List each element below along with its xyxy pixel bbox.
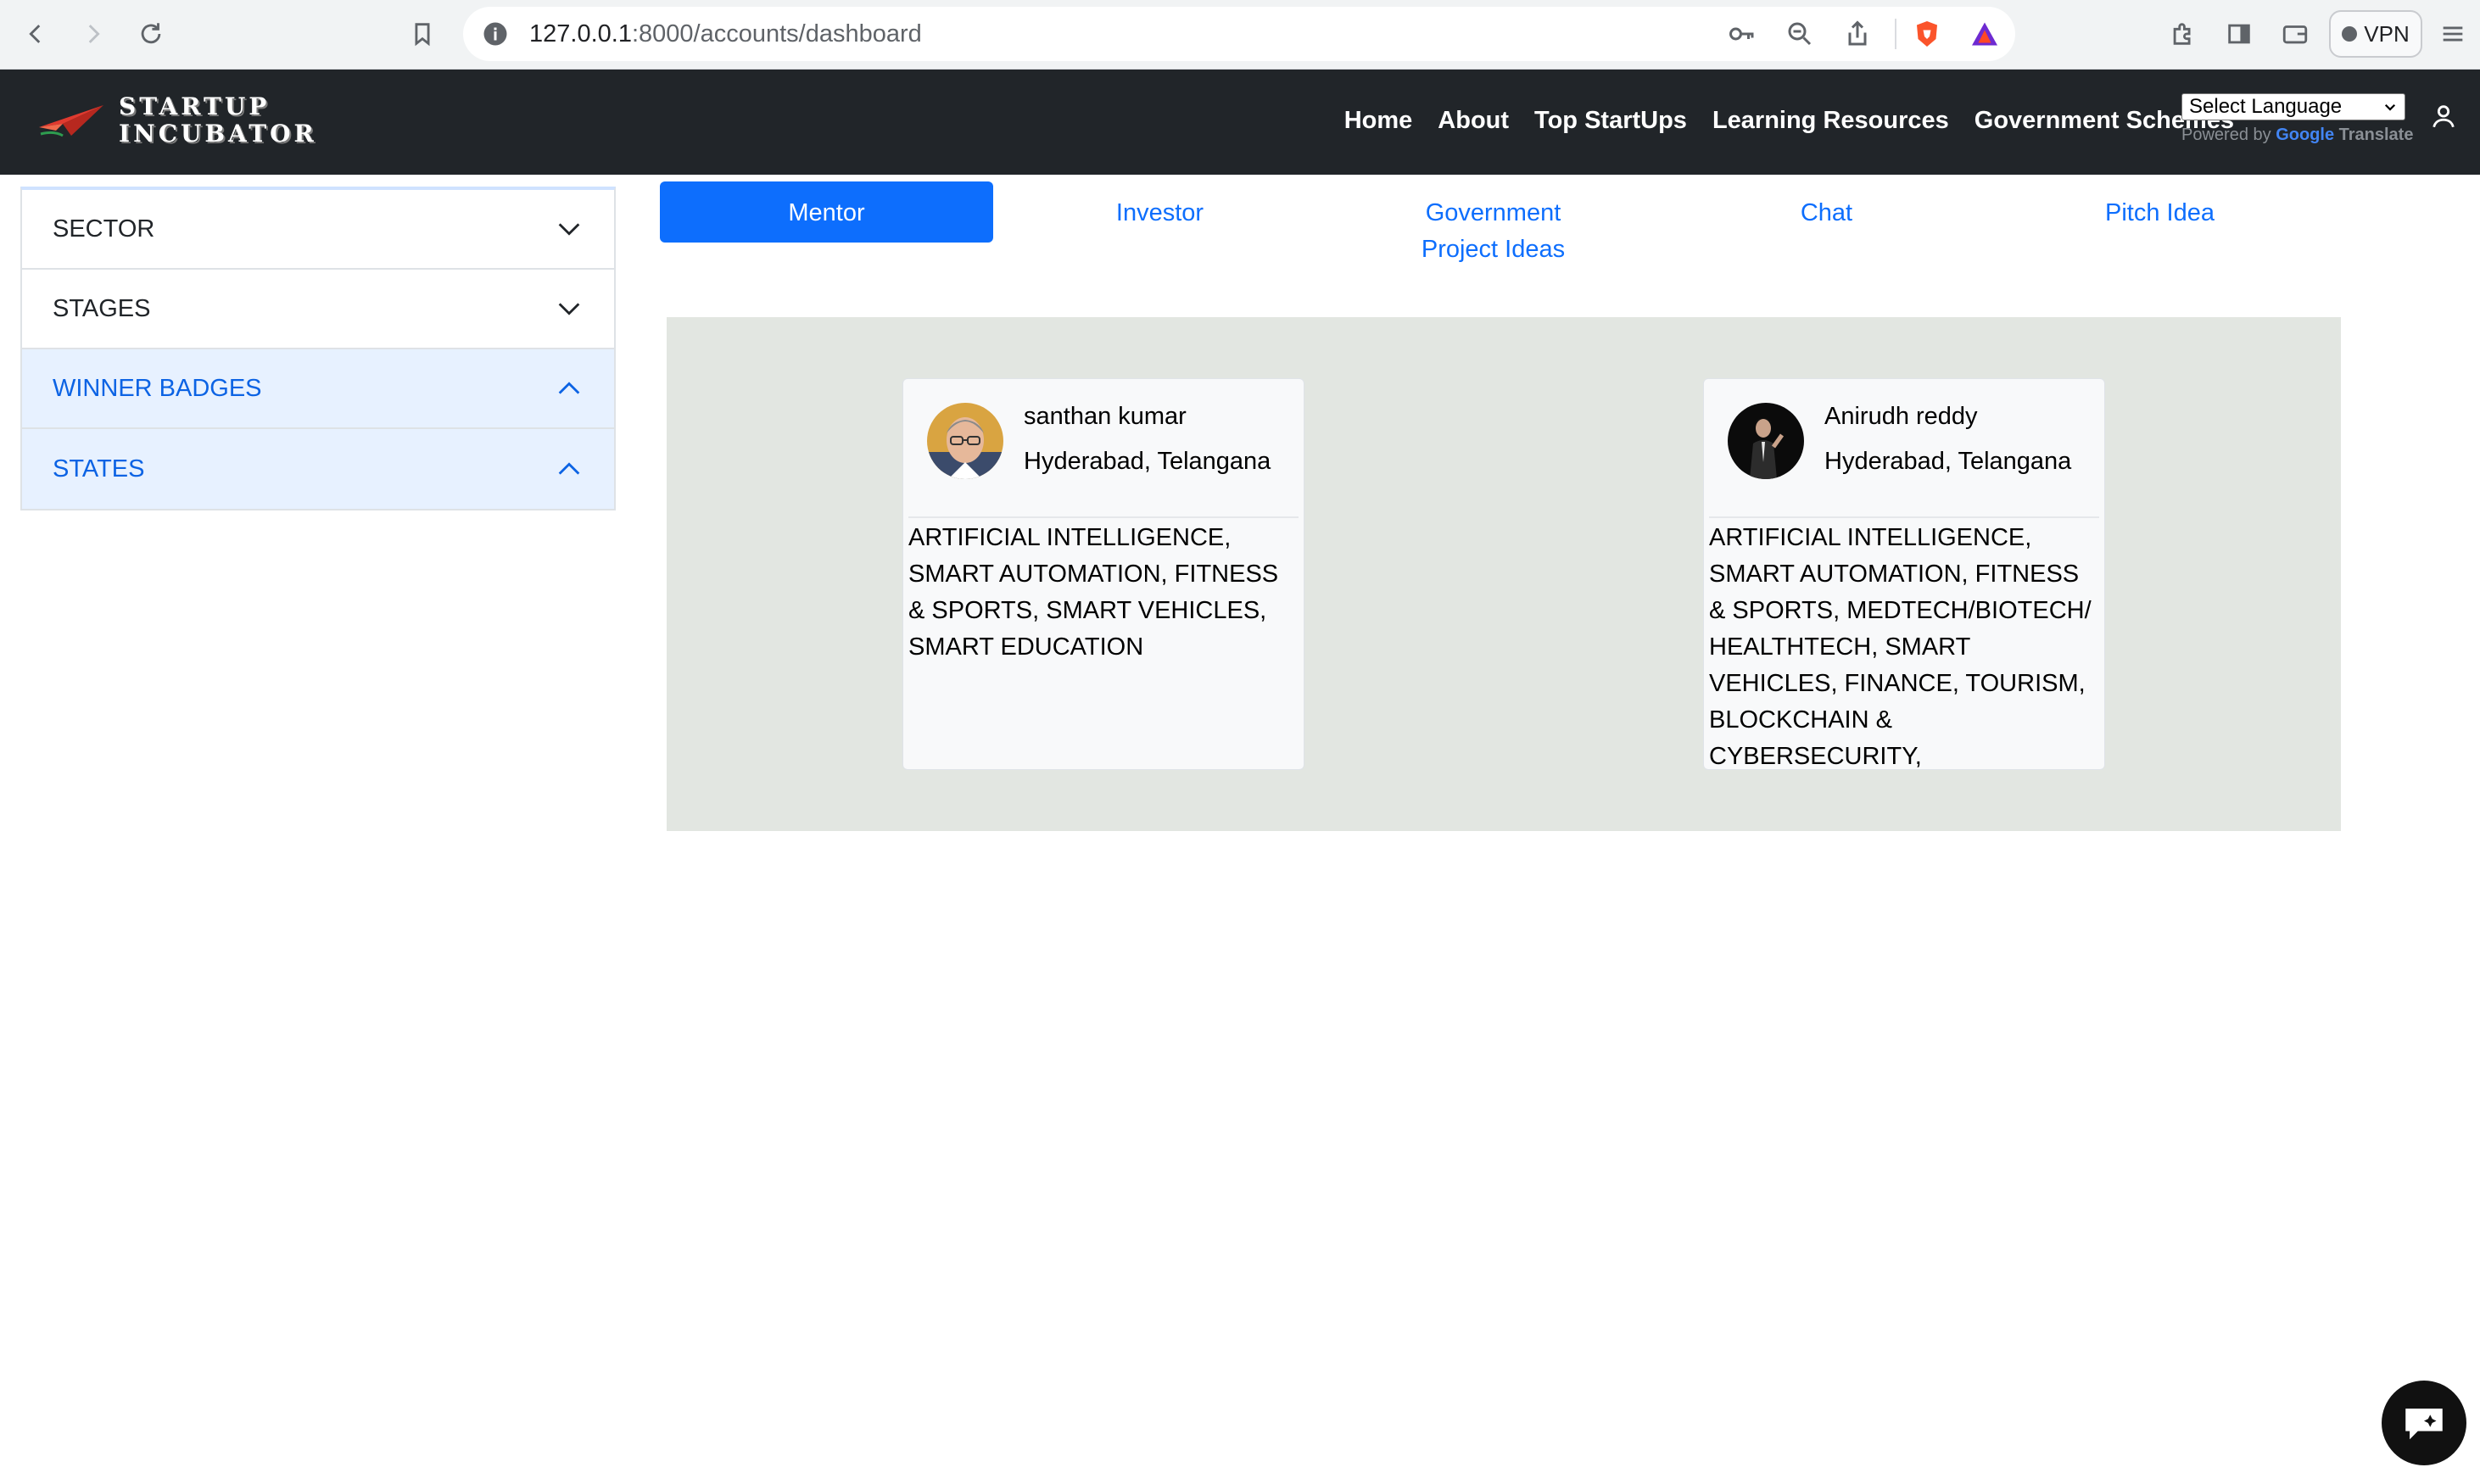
main-nav: Home About Top StartUps Learning Resourc… bbox=[1344, 105, 2234, 136]
browser-toolbar: 127.0.0.1:8000/accounts/dashboard VPN bbox=[0, 0, 2480, 70]
mentor-avatar bbox=[1728, 403, 1804, 479]
bookmark-icon bbox=[415, 23, 430, 47]
card-divider bbox=[1709, 516, 2099, 518]
mentor-sectors: ARTIFICIAL INTELLIGENCE, SMART AUTOMATIO… bbox=[908, 524, 1279, 661]
key-icon[interactable] bbox=[1727, 19, 1757, 49]
vpn-label: VPN bbox=[2364, 20, 2410, 47]
filter-accordion: SECTOR STAGES WINNER BADGES STATES bbox=[20, 187, 616, 510]
vpn-button[interactable]: VPN bbox=[2329, 10, 2422, 58]
brave-rewards-icon[interactable] bbox=[1969, 19, 2000, 49]
brand-logo[interactable]: STARTUP INCUBATOR bbox=[37, 93, 317, 148]
mentor-sectors: ARTIFICIAL INTELLIGENCE, SMART AUTOMATIO… bbox=[1709, 524, 2092, 770]
forward-arrow-icon bbox=[88, 25, 100, 43]
reload-button[interactable] bbox=[132, 15, 170, 53]
wallet-icon bbox=[2282, 25, 2308, 44]
brand-name: STARTUP INCUBATOR bbox=[119, 92, 317, 148]
brave-shield-icon[interactable] bbox=[1912, 19, 1942, 49]
user-account-icon[interactable] bbox=[2429, 102, 2458, 131]
tab-government-project-ideas[interactable]: Government Project Ideas bbox=[1327, 181, 1660, 263]
vpn-status-icon bbox=[2342, 26, 2358, 42]
accordion-sector[interactable]: SECTOR bbox=[22, 190, 614, 270]
tab-investor[interactable]: Investor bbox=[993, 181, 1327, 243]
forward-button[interactable] bbox=[75, 15, 112, 53]
mentor-location: Hyderabad, Telangana bbox=[1024, 448, 1271, 475]
address-bar[interactable]: 127.0.0.1:8000/accounts/dashboard bbox=[463, 7, 2015, 61]
mentor-name: Anirudh reddy bbox=[1824, 403, 1978, 430]
puzzle-icon bbox=[2173, 23, 2191, 45]
accordion-label: STAGES bbox=[53, 294, 151, 322]
google-translate-widget: Select Language Powered by Google Transl… bbox=[2181, 93, 2414, 145]
chevron-up-icon bbox=[558, 382, 580, 394]
wallet-button[interactable] bbox=[2276, 15, 2314, 53]
accordion-states[interactable]: STATES bbox=[22, 429, 614, 509]
mentor-card[interactable]: Anirudh reddy Hyderabad, Telangana ARTIF… bbox=[1703, 378, 2105, 770]
paper-plane-icon bbox=[39, 105, 103, 137]
tab-mentor[interactable]: Mentor bbox=[660, 181, 993, 243]
card-divider bbox=[908, 516, 1299, 518]
sidebar-toggle-button[interactable] bbox=[2220, 15, 2258, 53]
tab-pitch-idea[interactable]: Pitch Idea bbox=[1993, 181, 2326, 243]
chevron-down-icon bbox=[2384, 103, 2396, 111]
nav-top-startups[interactable]: Top StartUps bbox=[1534, 105, 1687, 136]
url-text[interactable]: 127.0.0.1:8000/accounts/dashboard bbox=[529, 20, 922, 48]
nav-home[interactable]: Home bbox=[1344, 105, 1413, 136]
mentor-card[interactable]: santhan kumar Hyderabad, Telangana ARTIF… bbox=[902, 378, 1304, 770]
bookmark-button[interactable] bbox=[404, 15, 441, 53]
back-arrow-icon bbox=[29, 25, 41, 43]
chat-widget-button[interactable] bbox=[2382, 1381, 2466, 1465]
hamburger-icon bbox=[2443, 26, 2463, 42]
reload-icon bbox=[141, 23, 161, 44]
mentor-avatar bbox=[927, 403, 1003, 479]
sidebar-panel-icon bbox=[2228, 24, 2250, 44]
browser-menu-button[interactable] bbox=[2434, 15, 2472, 53]
share-icon[interactable] bbox=[1842, 19, 1873, 49]
mentor-name: santhan kumar bbox=[1024, 403, 1187, 430]
chat-bubble-icon bbox=[2405, 1409, 2443, 1440]
accordion-label: STATES bbox=[53, 455, 145, 483]
mentor-location: Hyderabad, Telangana bbox=[1824, 448, 2072, 475]
chevron-down-icon bbox=[558, 223, 580, 236]
accordion-label: SECTOR bbox=[53, 215, 155, 243]
site-info-icon[interactable] bbox=[480, 19, 511, 49]
back-button[interactable] bbox=[17, 15, 54, 53]
zoom-out-icon[interactable] bbox=[1785, 19, 1815, 49]
tab-chat[interactable]: Chat bbox=[1660, 181, 1993, 243]
site-navbar: STARTUP INCUBATOR Home About Top StartUp… bbox=[0, 70, 2480, 175]
accordion-label: WINNER BADGES bbox=[53, 374, 262, 402]
powered-by-google: Powered by Google Translate bbox=[2181, 126, 2414, 144]
chevron-up-icon bbox=[558, 462, 580, 475]
nav-learning-resources[interactable]: Learning Resources bbox=[1712, 105, 1949, 136]
nav-about[interactable]: About bbox=[1438, 105, 1509, 136]
extensions-button[interactable] bbox=[2164, 15, 2202, 53]
chevron-down-icon bbox=[558, 303, 580, 315]
accordion-winner-badges[interactable]: WINNER BADGES bbox=[22, 349, 614, 429]
accordion-stages[interactable]: STAGES bbox=[22, 270, 614, 349]
language-select-value: Select Language bbox=[2189, 95, 2343, 118]
language-select[interactable]: Select Language bbox=[2181, 93, 2405, 120]
omnibox-divider bbox=[1895, 19, 1896, 49]
mentor-cards-panel: santhan kumar Hyderabad, Telangana ARTIF… bbox=[667, 317, 2341, 831]
